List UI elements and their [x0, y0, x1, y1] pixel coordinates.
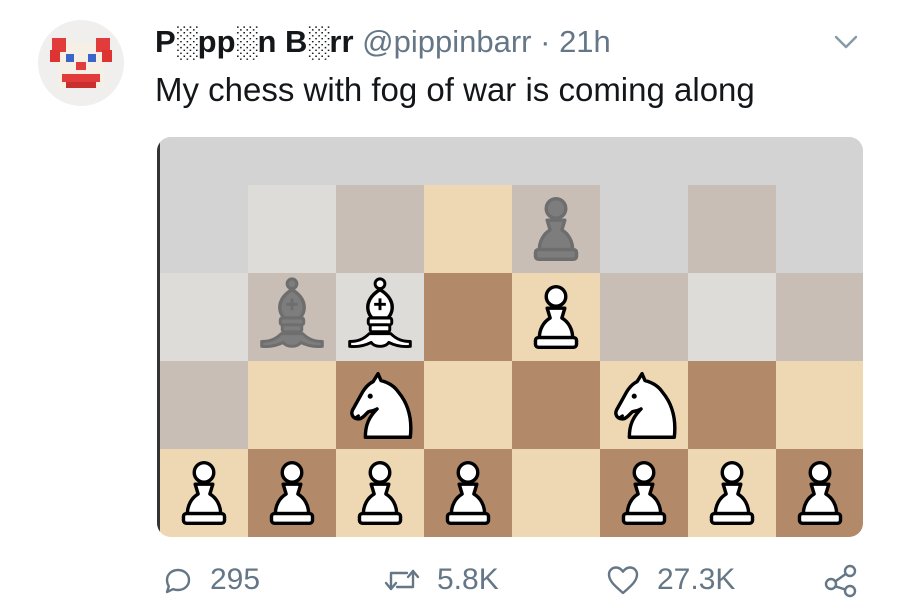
white-pawn-piece — [688, 449, 776, 537]
display-name[interactable]: P░pp░n B░rr — [155, 24, 354, 59]
reply-count: 295 — [210, 563, 261, 596]
white-pawn-piece — [248, 449, 336, 537]
white-knight-piece — [600, 361, 688, 449]
retweet-button[interactable]: 5.8K — [383, 556, 499, 604]
white-bishop-piece — [336, 273, 424, 361]
board-pieces — [157, 137, 863, 537]
white-pawn-piece — [776, 449, 863, 537]
white-pawn-piece — [600, 449, 688, 537]
chess-board-image[interactable] — [157, 137, 863, 537]
like-button[interactable]: 27.3K — [605, 556, 735, 604]
fogged-pawn-piece — [512, 185, 600, 273]
avatar[interactable] — [38, 20, 124, 106]
share-icon — [824, 564, 857, 598]
timestamp[interactable]: 21h — [559, 24, 611, 59]
fogged-bishop-piece — [248, 273, 336, 361]
white-pawn-piece — [512, 273, 600, 361]
separator-dot: · — [540, 24, 551, 59]
share-button[interactable] — [822, 556, 876, 604]
tweet-actions: 295 5.8K 27.3K — [0, 556, 900, 606]
tweet-text: My chess with fog of war is coming along — [155, 71, 755, 108]
user-handle[interactable]: @pippinbarr — [362, 24, 531, 59]
white-pawn-piece — [424, 449, 512, 537]
white-knight-piece — [336, 361, 424, 449]
white-pawn-piece — [160, 449, 248, 537]
tweet-header: P░pp░n B░rr @pippinbarr · 21h — [155, 22, 611, 62]
white-pawn-piece — [336, 449, 424, 537]
speech-bubble-icon — [165, 568, 191, 594]
retweet-count: 5.8K — [437, 563, 499, 596]
like-count: 27.3K — [657, 563, 736, 596]
chevron-down-icon[interactable] — [830, 26, 862, 58]
heart-icon — [607, 566, 639, 595]
retweet-arrows-icon — [384, 569, 420, 591]
reply-button[interactable]: 295 — [160, 556, 260, 604]
clown-face-avatar — [50, 38, 112, 88]
board-left-edge — [157, 137, 160, 537]
